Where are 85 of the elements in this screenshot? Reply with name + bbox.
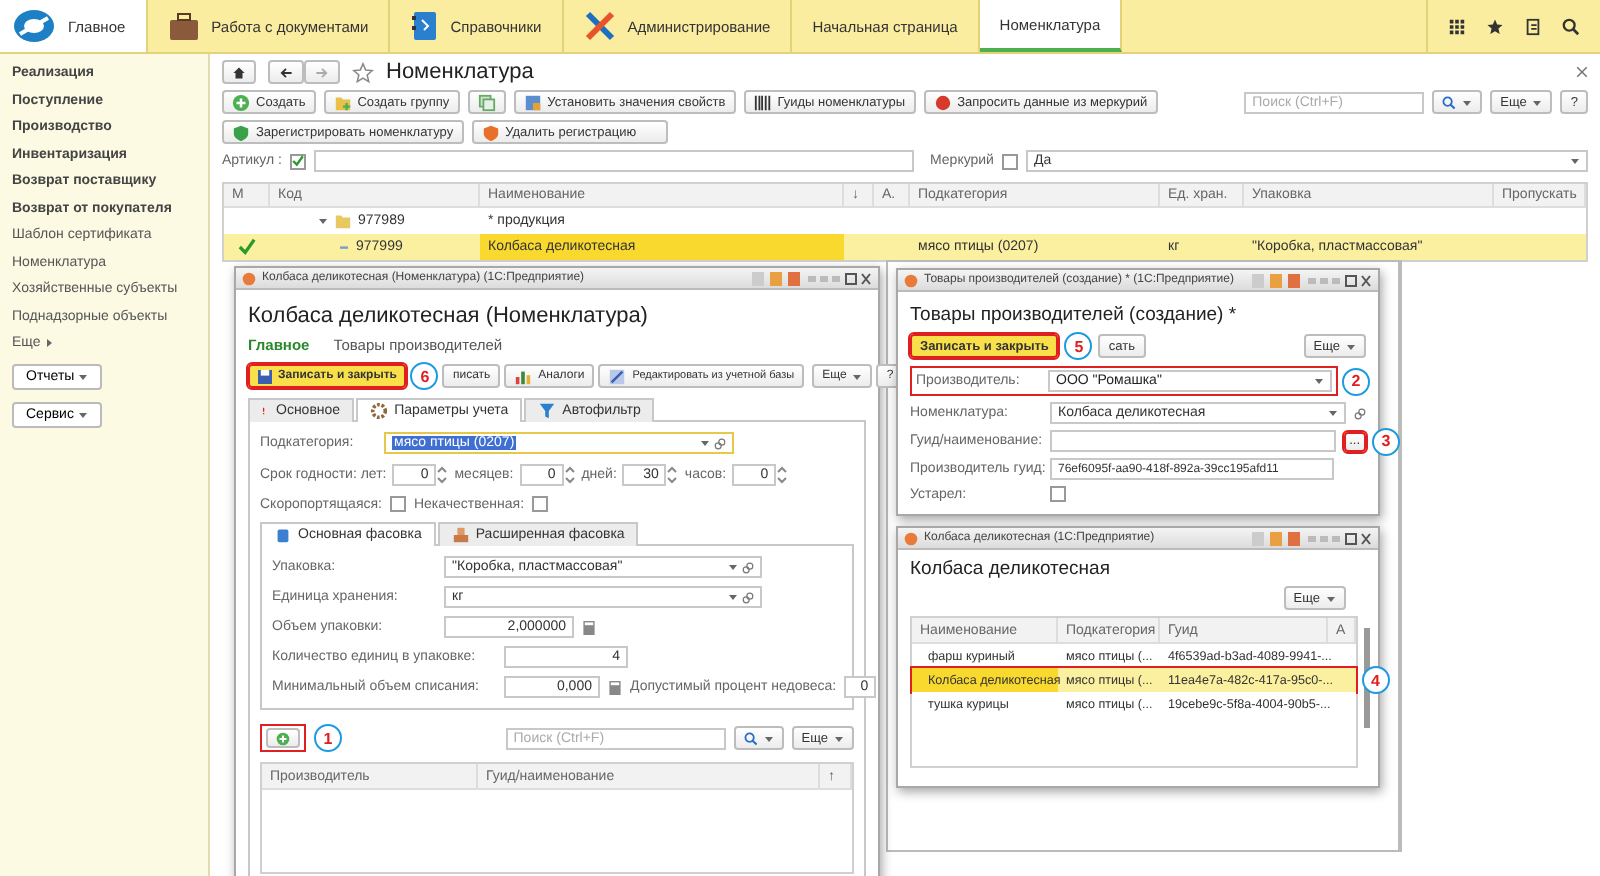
caret-icon	[852, 371, 863, 381]
gear-icon	[370, 402, 389, 420]
caret-icon	[1328, 408, 1338, 418]
shield-icon	[481, 123, 500, 141]
caret-icon	[763, 733, 774, 743]
page-title: Номенклатура	[386, 60, 534, 84]
checkbox[interactable]	[290, 153, 306, 169]
search-icon	[1442, 95, 1457, 109]
callout-number: 6	[410, 362, 439, 390]
callout-number: 3	[1372, 427, 1400, 455]
caret-icon	[1314, 376, 1324, 386]
logo-icon	[12, 8, 56, 44]
caret-icon	[1326, 593, 1336, 603]
spinner-icon	[563, 464, 576, 486]
shield-icon	[232, 123, 250, 141]
article-field[interactable]	[314, 150, 914, 172]
search-icon	[743, 731, 758, 745]
caret-icon	[834, 733, 844, 743]
copy-icon	[477, 93, 496, 111]
caret-icon	[44, 338, 55, 348]
caret-icon[interactable]	[318, 216, 328, 226]
dash-icon	[338, 243, 350, 251]
guid-field[interactable]	[1050, 430, 1336, 452]
star-icon	[1486, 17, 1504, 35]
chart-icon	[514, 367, 533, 385]
search-icon	[1562, 17, 1580, 35]
plus-icon	[232, 93, 250, 111]
link-icon	[742, 561, 754, 573]
link-icon	[714, 437, 726, 449]
app-icon	[242, 271, 256, 285]
checkbox[interactable]	[389, 496, 406, 512]
spinner-icon	[776, 464, 789, 486]
link-icon	[1354, 407, 1366, 419]
tools-icon	[583, 10, 616, 42]
back-button[interactable]	[268, 60, 304, 84]
link-icon	[742, 591, 754, 603]
app-icon	[904, 273, 918, 287]
callout-number: 5	[1064, 332, 1093, 360]
callout-number: 2	[1342, 367, 1370, 395]
form-title: Колбаса деликотесная	[910, 558, 1112, 580]
checkbox[interactable]	[1001, 153, 1018, 169]
barcode-icon	[753, 93, 772, 111]
caret-icon	[1532, 97, 1543, 107]
calculator-icon	[582, 619, 596, 635]
caret-icon	[728, 562, 738, 572]
caret-icon	[1346, 341, 1356, 351]
folder-icon	[334, 212, 352, 230]
search-button[interactable]	[733, 726, 784, 750]
exclamation-icon	[262, 402, 270, 420]
checkbox[interactable]	[1050, 486, 1066, 502]
callout-number: 4	[1361, 666, 1390, 694]
folder-icon	[333, 93, 352, 111]
grid-icon	[1448, 17, 1466, 35]
caret-icon	[1570, 156, 1580, 166]
star-icon	[352, 61, 374, 83]
search-button[interactable]	[1432, 90, 1483, 114]
box-icon	[274, 526, 292, 544]
plus-icon	[276, 731, 290, 745]
edit-icon	[608, 367, 627, 385]
caret-icon	[77, 410, 88, 420]
briefcase-icon	[167, 11, 200, 41]
properties-icon	[523, 93, 542, 111]
spinner-icon	[666, 464, 679, 486]
home-icon	[232, 65, 246, 79]
right-arrow-icon	[314, 65, 330, 79]
app-icon	[904, 531, 918, 545]
caret-icon	[700, 438, 710, 448]
address-book-icon	[410, 10, 439, 42]
toolbar-button[interactable]	[467, 90, 506, 114]
left-arrow-icon	[278, 65, 294, 79]
checkbox[interactable]	[532, 496, 549, 512]
close-icon	[1576, 66, 1588, 78]
form-title: Колбаса деликотесная (Номенклатура)	[248, 304, 650, 328]
caret-icon	[78, 371, 89, 381]
caret-icon	[1462, 97, 1473, 107]
caret-icon	[728, 592, 738, 602]
boxes-icon	[451, 526, 470, 544]
home-button[interactable]	[222, 60, 256, 84]
calculator-icon	[608, 679, 622, 695]
callout-number: 1	[314, 724, 342, 752]
spinner-icon	[436, 464, 449, 486]
filter-icon	[538, 402, 557, 420]
ball-icon	[933, 93, 952, 111]
add-button[interactable]	[266, 728, 300, 748]
form-title: Товары производителей (создание) *	[910, 304, 1239, 326]
